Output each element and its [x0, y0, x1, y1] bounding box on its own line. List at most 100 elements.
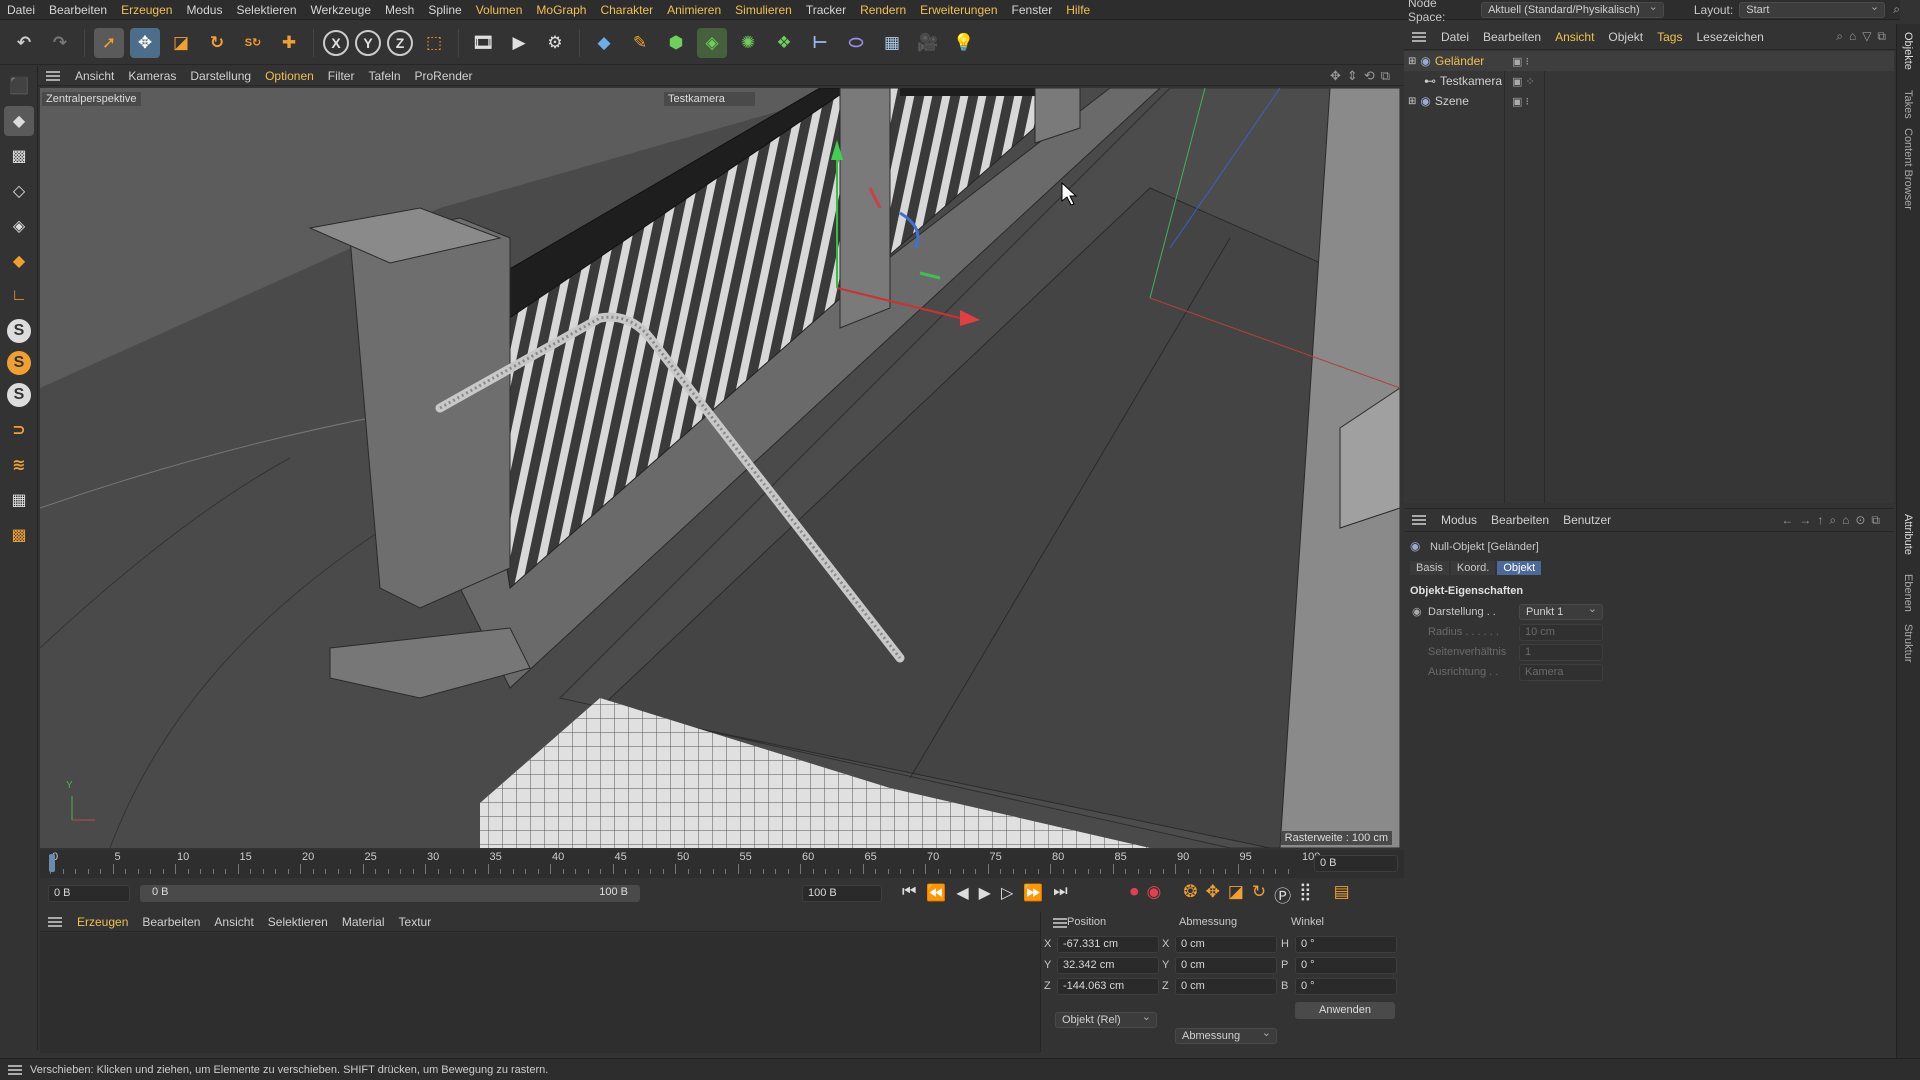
3d-viewport[interactable]: Zentralperspektive Testkamera Rasterweit… — [40, 88, 1400, 848]
display-dropdown[interactable]: Punkt 1 — [1519, 602, 1603, 620]
key-param-icon[interactable]: Ⓟ — [1274, 882, 1291, 907]
menu-hilfe[interactable]: Hilfe — [1059, 3, 1097, 17]
make-editable-icon[interactable]: ⬛ — [4, 71, 34, 101]
vp-menu-filter[interactable]: Filter — [321, 69, 362, 83]
expand-icon[interactable]: ⊞ — [1408, 96, 1416, 107]
render-picture-viewer-icon[interactable]: ▶ — [504, 28, 534, 58]
goto-end-icon[interactable]: ⏭ — [1053, 883, 1067, 903]
points-mode-icon[interactable]: ◇ — [4, 176, 34, 206]
obj-menu-datei[interactable]: Datei — [1434, 30, 1476, 44]
hamburger-icon[interactable] — [1412, 515, 1426, 525]
axis-y-lock[interactable]: Y — [355, 29, 381, 56]
model-mode-icon[interactable]: ◆ — [4, 106, 34, 136]
expand-icon[interactable]: ⊞ — [1408, 56, 1416, 67]
vp-menu-tafeln[interactable]: Tafeln — [361, 69, 407, 83]
key-rotation-icon[interactable]: ↻ — [1252, 882, 1266, 907]
visibility-toggle[interactable]: ▣ ⁝ — [1512, 55, 1529, 68]
timeline-ruler[interactable]: 0 5 10 15 20 25 30 35 40 45 50 55 60 65 70 75 80 85 90 95 10… — [40, 850, 1404, 878]
axis-z-lock[interactable]: Z — [387, 29, 413, 56]
menu-charakter[interactable]: Charakter — [593, 3, 660, 17]
key-scale-icon[interactable]: ◪ — [1228, 882, 1244, 907]
menu-tracker[interactable]: Tracker — [799, 3, 853, 17]
grid-icon[interactable]: ▩ — [4, 520, 34, 550]
size-x-field[interactable]: 0 cm — [1175, 936, 1277, 953]
autokey-icon[interactable]: ◉ — [1147, 882, 1162, 907]
mat-menu-erzeugen[interactable]: Erzeugen — [70, 915, 135, 929]
visibility-toggle[interactable]: ▣ ⁘ — [1512, 75, 1535, 88]
cloner-icon[interactable]: ✺ — [733, 28, 763, 58]
edges-mode-icon[interactable]: ◈ — [4, 211, 34, 241]
max-frame-field[interactable]: 100 B — [802, 885, 882, 902]
play-icon[interactable]: ▶ — [979, 883, 991, 903]
generator-icon[interactable]: ◈ — [697, 27, 727, 58]
menu-simulieren[interactable]: Simulieren — [728, 3, 799, 17]
spline-pen-icon[interactable]: ⬭ — [841, 28, 871, 58]
vp-menu-prorender[interactable]: ProRender — [408, 69, 480, 83]
min-frame-field[interactable]: 0 B — [48, 885, 130, 902]
add-tool-icon[interactable]: ✚ — [274, 28, 304, 58]
mat-menu-selektieren[interactable]: Selektieren — [261, 915, 335, 929]
vp-menu-optionen[interactable]: Optionen — [258, 69, 321, 83]
magnet-icon[interactable]: ⊃ — [4, 415, 34, 445]
tab-koord[interactable]: Koord. — [1450, 561, 1496, 575]
menu-spline[interactable]: Spline — [421, 3, 468, 17]
vp-menu-kameras[interactable]: Kameras — [121, 69, 183, 83]
deformer-icon[interactable]: ❖ — [769, 28, 799, 58]
workplane-icon[interactable]: ≋ — [4, 450, 34, 480]
rotation-p-field[interactable]: 0 ° — [1295, 957, 1397, 974]
mat-menu-bearbeiten[interactable]: Bearbeiten — [135, 915, 207, 929]
viewport-nav-icons[interactable]: ✥⇕⟲⧉ — [1330, 68, 1396, 84]
obj-manager-tools-icons[interactable]: ⌕⌂▽⧉ — [1836, 29, 1892, 44]
lock-workplane-icon[interactable]: ▦ — [4, 485, 34, 515]
subdivision-icon[interactable]: ⬢ — [661, 28, 691, 58]
hamburger-icon[interactable] — [8, 1064, 22, 1075]
key-position-icon[interactable]: ✥ — [1206, 882, 1220, 907]
object-name[interactable]: Szene — [1435, 94, 1469, 108]
sidetab-ebenen[interactable]: Ebenen — [1902, 574, 1914, 612]
field-icon[interactable]: ⊢ — [805, 28, 835, 58]
render-settings-icon[interactable]: ⚙ — [540, 28, 570, 58]
menu-fenster[interactable]: Fenster — [1005, 3, 1060, 17]
obj-menu-tags[interactable]: Tags — [1650, 30, 1689, 44]
menu-erweiterungen[interactable]: Erweiterungen — [913, 3, 1004, 17]
menu-werkzeuge[interactable]: Werkzeuge — [304, 3, 378, 17]
keyframe-selection-icon[interactable]: ❂ — [1183, 882, 1197, 907]
prev-frame-icon[interactable]: ◀ — [956, 883, 968, 903]
vp-menu-ansicht[interactable]: Ansicht — [68, 69, 121, 83]
axis-mode-icon[interactable]: ∟ — [4, 281, 34, 311]
menu-rendern[interactable]: Rendern — [853, 3, 913, 17]
position-y-field[interactable]: 32.342 cm — [1057, 957, 1159, 974]
render-view-icon[interactable]: 🎞 — [468, 28, 498, 58]
prev-key-icon[interactable]: ⏪ — [926, 883, 946, 903]
object-row-szene[interactable]: ⊞ ◉ Szene ▣ ⁝ — [1404, 91, 1894, 111]
size-z-field[interactable]: 0 cm — [1175, 978, 1277, 995]
object-row-testkamera[interactable]: ⊷ Testkamera ▣ ⁘ — [1404, 71, 1894, 91]
position-x-field[interactable]: -67.331 cm — [1057, 936, 1159, 953]
move-tool-icon[interactable]: ✥ — [130, 27, 160, 58]
hamburger-icon[interactable] — [1053, 918, 1067, 928]
menu-mesh[interactable]: Mesh — [378, 3, 421, 17]
transform-tool-icon[interactable]: S↻ — [238, 28, 268, 58]
goto-start-icon[interactable]: ⏮ — [902, 883, 916, 903]
next-frame-icon[interactable]: ▷ — [1001, 883, 1013, 903]
attr-nav-icons[interactable]: ←→↑⌕⌂⊙⧉ — [1781, 513, 1886, 528]
hamburger-icon[interactable] — [48, 916, 62, 927]
menu-selektieren[interactable]: Selektieren — [229, 3, 303, 17]
menu-volumen[interactable]: Volumen — [469, 3, 530, 17]
pen-icon[interactable]: ✎ — [625, 28, 655, 58]
obj-menu-objekt[interactable]: Objekt — [1601, 30, 1650, 44]
sidetab-attribute[interactable]: Attribute — [1902, 514, 1914, 555]
menu-animieren[interactable]: Animieren — [660, 3, 728, 17]
obj-menu-lesezeichen[interactable]: Lesezeichen — [1689, 30, 1770, 44]
key-pla-icon[interactable]: ⣿ — [1299, 882, 1311, 907]
coordinate-mode-dropdown[interactable]: Objekt (Rel) — [1055, 1010, 1157, 1028]
sidetab-struktur[interactable]: Struktur — [1902, 624, 1914, 663]
snap-settings-icon[interactable]: S — [7, 351, 31, 375]
rotation-b-field[interactable]: 0 ° — [1295, 978, 1397, 995]
tab-basis[interactable]: Basis — [1410, 561, 1449, 575]
snap-enable-icon[interactable]: S — [7, 383, 31, 407]
record-icon[interactable]: ⏺ — [1130, 882, 1139, 907]
search-icon[interactable]: ⌕ — [1893, 2, 1900, 17]
position-z-field[interactable]: -144.063 cm — [1057, 978, 1159, 995]
object-name[interactable]: Geländer — [1435, 54, 1484, 68]
